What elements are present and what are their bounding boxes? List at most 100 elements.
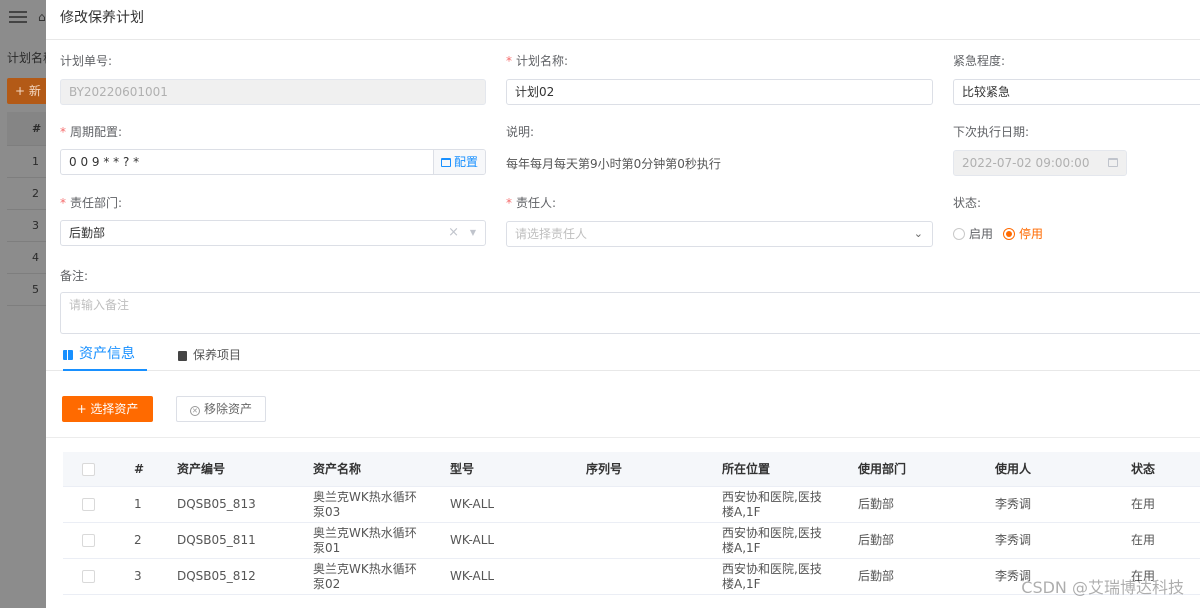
background-row-number: 2 bbox=[7, 178, 46, 210]
row-number: 2 bbox=[134, 533, 142, 547]
asset-user: 李秀调 bbox=[995, 497, 1032, 511]
table-row[interactable]: 1 DQSB05_813 奥兰克WK热水循环泵03 WK-ALL 西安协和医院,… bbox=[63, 487, 1200, 523]
cycle-label: * 周期配置: bbox=[60, 125, 123, 139]
asset-user: 李秀调 bbox=[995, 533, 1032, 547]
watermark-text: CSDN @艾瑞博达科技 bbox=[1021, 578, 1184, 597]
background-row-number: 4 bbox=[7, 242, 46, 274]
asset-location: 西安协和医院,医技楼A,1F bbox=[722, 489, 822, 519]
cycle-value: 0 0 9 * * ? * bbox=[69, 155, 140, 169]
required-mark: * bbox=[60, 125, 66, 139]
description-label: 说明: bbox=[506, 125, 535, 139]
description-text: 每年每月每天第9小时第0分钟第0秒执行 bbox=[506, 157, 721, 171]
asset-status: 在用 bbox=[1131, 533, 1156, 547]
tab-maintenance-items[interactable]: 保养项目 bbox=[178, 340, 241, 371]
plan-name-input[interactable]: 计划02 bbox=[506, 79, 933, 105]
department-select[interactable]: 后勤部 × ▼ bbox=[60, 220, 486, 246]
background-table: # 1 2 3 4 5 bbox=[7, 112, 46, 306]
asset-name: 奥兰克WK热水循环泵03 bbox=[313, 489, 417, 519]
column-header: 型号 bbox=[450, 461, 475, 476]
row-checkbox[interactable] bbox=[82, 487, 95, 522]
plan-no-label: 计划单号: bbox=[60, 54, 113, 68]
asset-model: WK-ALL bbox=[450, 569, 495, 583]
required-mark: * bbox=[506, 54, 512, 68]
radio-unchecked-icon bbox=[953, 227, 965, 240]
filter-label: 计划名称 bbox=[7, 51, 46, 65]
calendar-icon bbox=[1108, 151, 1118, 175]
chevron-down-icon: ⌄ bbox=[913, 227, 923, 240]
owner-label: * 责任人: bbox=[506, 196, 557, 210]
column-header: # bbox=[134, 461, 145, 476]
hamburger-menu-icon[interactable] bbox=[9, 11, 27, 23]
remove-asset-button[interactable]: ✕ 移除资产 bbox=[176, 396, 266, 422]
status-radio-group: 启用 停用 bbox=[953, 225, 1043, 242]
required-mark: * bbox=[60, 196, 66, 210]
row-checkbox[interactable] bbox=[82, 559, 95, 594]
asset-code: DQSB05_811 bbox=[177, 533, 256, 547]
asset-department: 后勤部 bbox=[858, 533, 895, 547]
column-header: 资产名称 bbox=[313, 461, 362, 476]
background-table-header: # bbox=[7, 112, 46, 146]
column-header: 使用人 bbox=[995, 461, 1032, 476]
modal-title: 修改保养计划 bbox=[46, 0, 1200, 40]
home-icon[interactable]: ⌂ bbox=[38, 10, 46, 24]
column-header: 所在位置 bbox=[722, 461, 771, 476]
asset-name: 奥兰克WK热水循环泵02 bbox=[313, 561, 417, 591]
status-label: 状态: bbox=[953, 196, 982, 210]
close-circle-icon: ✕ bbox=[189, 406, 200, 416]
top-bar: ⌂ bbox=[0, 0, 46, 36]
plan-name-label: * 计划名称: bbox=[506, 54, 569, 68]
table-header-row: # 资产编号 资产名称 型号 序列号 所在位置 使用部门 使用人 状态 bbox=[63, 452, 1200, 487]
next-date-input: 2022-07-02 09:00:00 bbox=[953, 150, 1127, 176]
background-row-number: 3 bbox=[7, 210, 46, 242]
owner-select[interactable]: 请选择责任人 ⌄ bbox=[506, 221, 933, 247]
new-button[interactable]: + 新 bbox=[7, 78, 46, 104]
asset-code: DQSB05_812 bbox=[177, 569, 256, 583]
config-button[interactable]: 配置 bbox=[433, 150, 485, 174]
column-header: 序列号 bbox=[586, 461, 623, 476]
asset-location: 西安协和医院,医技楼A,1F bbox=[722, 561, 822, 591]
tab-bar: 资产信息 保养项目 bbox=[46, 340, 1200, 371]
status-radio-enabled[interactable]: 启用 bbox=[953, 225, 993, 242]
asset-location: 西安协和医院,医技楼A,1F bbox=[722, 525, 822, 555]
asset-name: 奥兰克WK热水循环泵01 bbox=[313, 525, 417, 555]
next-date-label: 下次执行日期: bbox=[953, 125, 1030, 139]
asset-model: WK-ALL bbox=[450, 497, 495, 511]
row-number: 3 bbox=[134, 569, 142, 583]
asset-status: 在用 bbox=[1131, 497, 1156, 511]
clear-icon[interactable]: × bbox=[448, 221, 459, 245]
column-header: 使用部门 bbox=[858, 461, 907, 476]
section-divider bbox=[46, 437, 1200, 438]
calendar-icon bbox=[440, 158, 451, 167]
book-icon bbox=[63, 349, 73, 360]
next-date-value: 2022-07-02 09:00:00 bbox=[962, 156, 1090, 170]
column-header: 资产编号 bbox=[177, 461, 226, 476]
asset-department: 后勤部 bbox=[858, 569, 895, 583]
select-asset-button[interactable]: + 选择资产 bbox=[62, 396, 153, 422]
row-number: 1 bbox=[134, 497, 142, 511]
remark-textarea[interactable]: 请输入备注 bbox=[60, 292, 1200, 334]
asset-model: WK-ALL bbox=[450, 533, 495, 547]
status-radio-disabled[interactable]: 停用 bbox=[1003, 225, 1043, 242]
column-header: 状态 bbox=[1131, 461, 1156, 476]
remark-label: 备注: bbox=[60, 269, 89, 283]
box-icon bbox=[178, 350, 187, 361]
asset-code: DQSB05_813 bbox=[177, 497, 256, 511]
urgency-select[interactable]: 比较紧急 bbox=[953, 79, 1200, 105]
tab-asset-info[interactable]: 资产信息 bbox=[63, 340, 147, 371]
select-all-checkbox[interactable] bbox=[82, 452, 95, 486]
row-checkbox[interactable] bbox=[82, 523, 95, 558]
background-row-number: 1 bbox=[7, 146, 46, 178]
asset-department: 后勤部 bbox=[858, 497, 895, 511]
caret-down-icon: ▼ bbox=[469, 228, 476, 237]
cycle-input[interactable]: 0 0 9 * * ? * 配置 bbox=[60, 149, 486, 175]
edit-plan-modal: 修改保养计划 计划单号: BY20220601001 * 计划名称: 计划02 紧… bbox=[46, 0, 1200, 608]
required-mark: * bbox=[506, 196, 512, 210]
department-label: * 责任部门: bbox=[60, 196, 123, 210]
owner-placeholder: 请选择责任人 bbox=[515, 227, 588, 241]
plan-no-input: BY20220601001 bbox=[60, 79, 486, 105]
table-row[interactable]: 2 DQSB05_811 奥兰克WK热水循环泵01 WK-ALL 西安协和医院,… bbox=[63, 523, 1200, 559]
background-row-number: 5 bbox=[7, 274, 46, 306]
urgency-label: 紧急程度: bbox=[953, 54, 1006, 68]
radio-checked-icon bbox=[1003, 227, 1016, 240]
department-value: 后勤部 bbox=[69, 226, 106, 240]
